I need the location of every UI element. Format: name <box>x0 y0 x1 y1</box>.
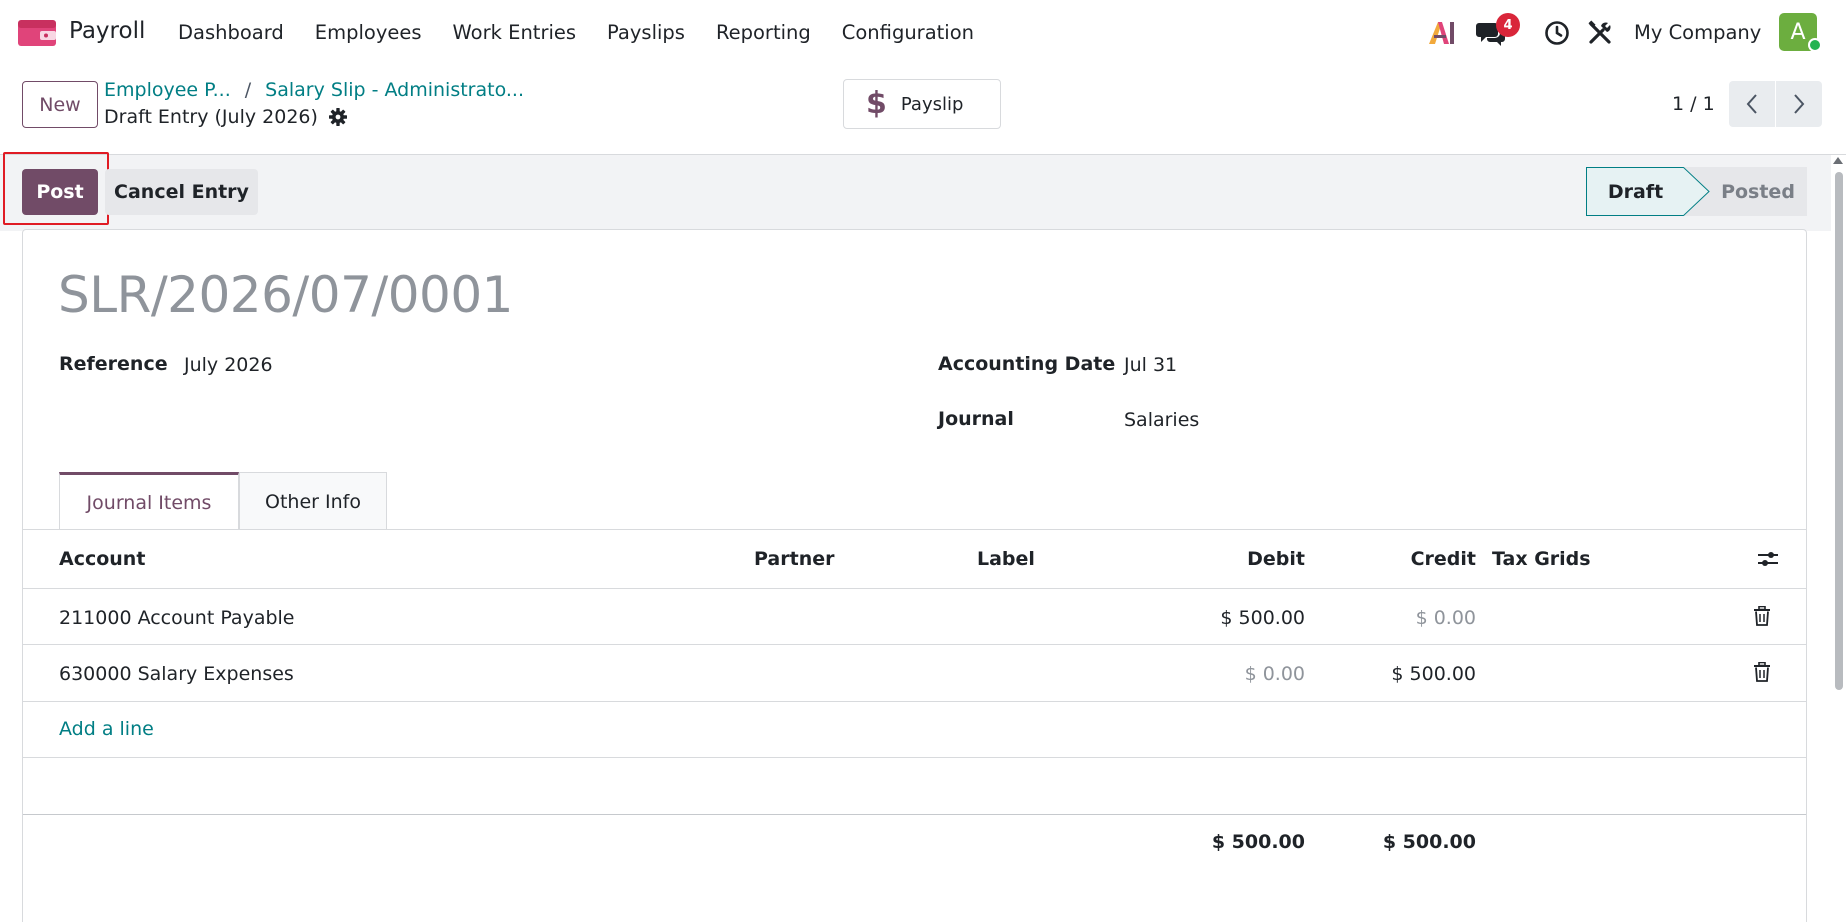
column-credit[interactable]: Credit <box>1376 548 1476 570</box>
menu-employees[interactable]: Employees <box>315 21 422 44</box>
scroll-up-arrow-icon[interactable] <box>1833 157 1843 164</box>
payslip-smart-button-label: Payslip <box>900 93 964 115</box>
menu-reporting[interactable]: Reporting <box>716 21 811 44</box>
record-title: Draft Entry (July 2026) <box>104 106 348 128</box>
tools-icon[interactable] <box>1587 20 1613 46</box>
new-button[interactable]: New <box>22 81 98 128</box>
statusbar <box>0 155 1831 231</box>
total-credit: $ 500.00 <box>1382 831 1476 853</box>
column-label[interactable]: Label <box>977 548 1035 570</box>
post-button[interactable]: Post <box>22 169 98 215</box>
clock-icon[interactable] <box>1544 20 1570 46</box>
tab-divider <box>23 529 1806 530</box>
row-debit[interactable]: $ 0.00 <box>1175 663 1305 685</box>
column-partner[interactable]: Partner <box>754 548 834 570</box>
ai-icon[interactable] <box>1427 20 1455 46</box>
column-tax-grids[interactable]: Tax Grids <box>1492 548 1591 570</box>
row-divider <box>23 644 1806 645</box>
reference-field[interactable]: July 2026 <box>184 354 273 376</box>
trash-icon[interactable] <box>1753 606 1771 626</box>
tab-journal-items[interactable]: Journal Items <box>59 472 239 530</box>
column-debit[interactable]: Debit <box>1205 548 1305 570</box>
chevron-right-icon <box>1794 94 1805 114</box>
journal-entry-number[interactable]: SLR/2026/07/0001 <box>58 266 514 324</box>
record-title-text: Draft Entry (July 2026) <box>104 106 318 128</box>
company-switcher[interactable]: My Company <box>1634 21 1761 44</box>
accounting-date-field[interactable]: Jul 31 <box>1124 354 1177 376</box>
menu-work-entries[interactable]: Work Entries <box>453 21 577 44</box>
row-credit[interactable]: $ 500.00 <box>1346 663 1476 685</box>
row-account[interactable]: 211000 Account Payable <box>59 607 295 629</box>
row-account[interactable]: 630000 Salary Expenses <box>59 663 294 685</box>
cancel-entry-button[interactable]: Cancel Entry <box>105 169 258 215</box>
payslip-smart-button[interactable]: $ Payslip <box>843 79 1001 129</box>
pager-value[interactable]: 1 / 1 <box>1672 93 1715 115</box>
journal-field[interactable]: Salaries <box>1124 409 1199 431</box>
total-debit: $ 500.00 <box>1211 831 1305 853</box>
online-status-dot <box>1808 38 1822 52</box>
pager-next-button[interactable] <box>1776 81 1822 127</box>
journal-label: Journal <box>938 408 1014 430</box>
chevron-left-icon <box>1746 94 1757 114</box>
row-credit[interactable]: $ 0.00 <box>1346 607 1476 629</box>
dollar-icon: $ <box>866 86 887 121</box>
status-arrow-shape <box>1683 167 1710 216</box>
scrollbar-thumb[interactable] <box>1835 172 1843 690</box>
main-menu: Dashboard Employees Work Entries Payslip… <box>178 21 1005 44</box>
breadcrumb-employee-payslips[interactable]: Employee P... <box>104 79 231 101</box>
optional-columns-icon[interactable] <box>1757 548 1779 570</box>
breadcrumb: Employee P... / Salary Slip - Administra… <box>104 79 524 101</box>
row-debit[interactable]: $ 500.00 <box>1175 607 1305 629</box>
app-name[interactable]: Payroll <box>69 18 145 44</box>
reference-label: Reference <box>59 353 168 375</box>
table-header-divider <box>23 588 1806 589</box>
totals-divider <box>23 814 1806 815</box>
menu-payslips[interactable]: Payslips <box>607 21 685 44</box>
breadcrumb-salary-slip[interactable]: Salary Slip - Administrato... <box>265 79 524 101</box>
column-account[interactable]: Account <box>59 548 145 570</box>
add-a-line-link[interactable]: Add a line <box>59 718 154 740</box>
breadcrumb-separator: / <box>244 79 252 101</box>
payroll-app-icon[interactable] <box>18 20 56 46</box>
menu-dashboard[interactable]: Dashboard <box>178 21 284 44</box>
chat-badge: 4 <box>1496 13 1520 37</box>
status-stage-draft[interactable]: Draft <box>1586 167 1684 216</box>
row-divider <box>23 757 1806 758</box>
menu-configuration[interactable]: Configuration <box>842 21 974 44</box>
accounting-date-label: Accounting Date <box>938 353 1116 375</box>
row-divider <box>23 701 1806 702</box>
form-sheet <box>22 229 1807 922</box>
tab-other-info[interactable]: Other Info <box>239 472 387 530</box>
pager-previous-button[interactable] <box>1729 81 1775 127</box>
trash-icon[interactable] <box>1753 662 1771 682</box>
gear-icon[interactable] <box>328 107 348 127</box>
